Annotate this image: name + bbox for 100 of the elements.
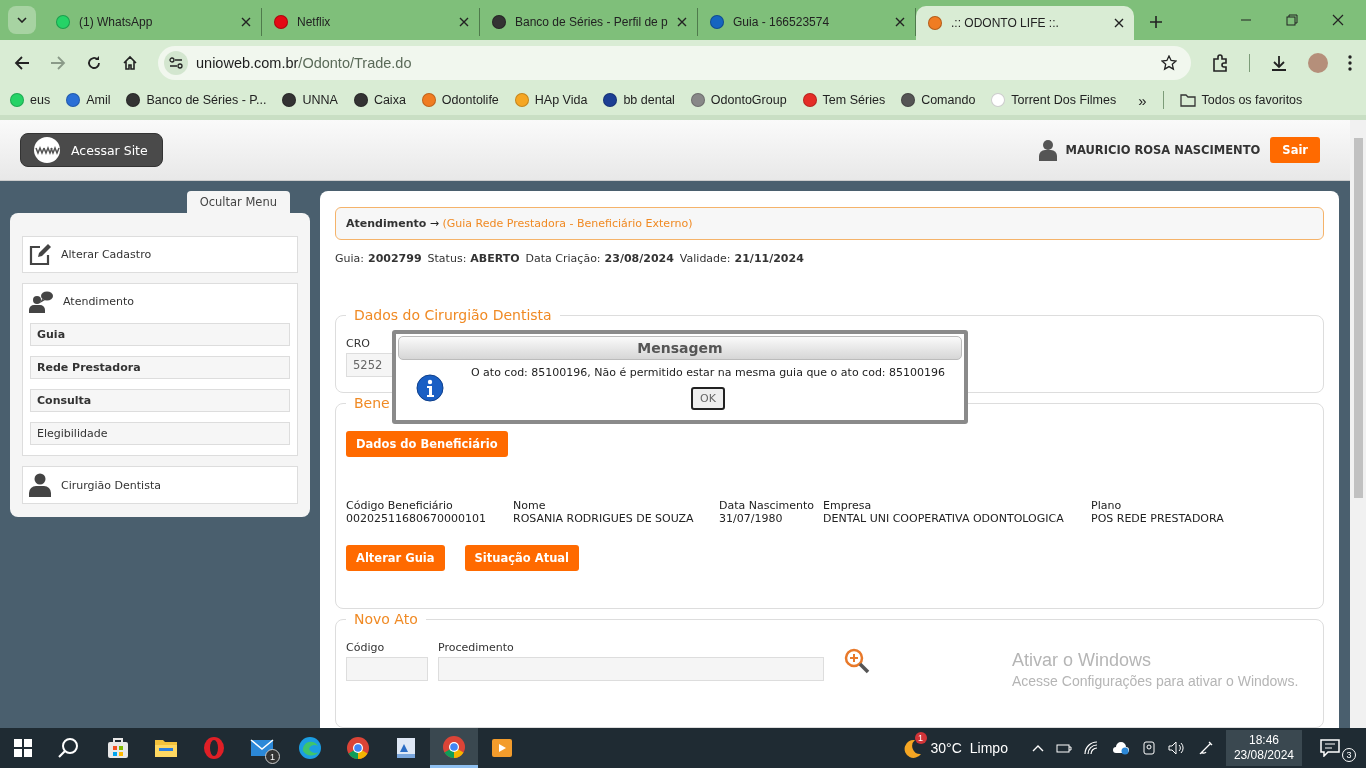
chrome-icon <box>346 736 370 760</box>
bookmark[interactable]: Tem Séries <box>802 93 886 107</box>
www-icon <box>33 136 61 164</box>
all-bookmarks-button[interactable]: Todos os favoritos <box>1179 93 1303 107</box>
close-icon[interactable] <box>1332 14 1344 26</box>
weather-alert-count: 1 <box>914 732 927 744</box>
section-title: Dados do Cirurgião Dentista <box>353 307 553 323</box>
wifi-icon[interactable] <box>1083 741 1100 755</box>
menu-item[interactable]: Atendimento <box>23 284 297 319</box>
close-icon[interactable] <box>1114 18 1124 28</box>
chevron-up-icon[interactable] <box>1031 744 1044 752</box>
field-label: Data Nascimento <box>719 499 816 512</box>
bookmark-label: UNNA <box>302 93 338 107</box>
close-icon[interactable] <box>677 17 687 27</box>
search-icon[interactable] <box>58 737 80 759</box>
cloud-sync-icon[interactable] <box>1111 741 1130 755</box>
bookmark[interactable]: Odontolife <box>421 93 499 107</box>
field-label: Código Beneficiário <box>346 499 454 512</box>
field-value: DENTAL UNI COOPERATIVA ODONTOLOGICA <box>823 512 1065 525</box>
scrollbar[interactable] <box>1350 120 1366 728</box>
close-icon[interactable] <box>895 17 905 27</box>
reload-icon[interactable] <box>86 54 102 71</box>
time: 18:46 <box>1248 733 1279 748</box>
browser-tab[interactable]: .:: ODONTO LIFE ::. <box>916 6 1134 40</box>
url-text: unioweb.com.br/Odonto/Trade.do <box>196 54 413 71</box>
bookmark-label: HAp Vida <box>534 93 588 107</box>
submenu-item[interactable]: Rede Prestadora <box>30 356 290 379</box>
new-tab-icon[interactable] <box>1150 16 1162 28</box>
restore-icon[interactable] <box>1286 14 1298 26</box>
address-bar[interactable]: unioweb.com.br/Odonto/Trade.do <box>158 45 1191 80</box>
close-icon[interactable] <box>459 17 469 27</box>
tab-title: Netflix <box>297 15 332 29</box>
activation-title: Ativar o Windows <box>1012 650 1153 671</box>
menu-item[interactable]: Alterar Cadastro <box>23 237 297 272</box>
battery-icon[interactable] <box>1055 741 1072 755</box>
user-speech-icon <box>29 290 53 313</box>
info-label: Validade: <box>679 252 731 265</box>
bookmark[interactable]: eus <box>10 93 51 107</box>
ok-button[interactable]: OK <box>691 387 725 410</box>
star-icon[interactable] <box>1161 54 1177 71</box>
chrome-icon <box>442 734 466 759</box>
bookmark[interactable]: HAp Vida <box>514 93 588 107</box>
close-icon[interactable] <box>241 17 251 27</box>
tab-title: .:: ODONTO LIFE ::. <box>951 16 1060 30</box>
site-info-icon[interactable] <box>164 50 188 75</box>
field-value: POS REDE PRESTADORA <box>1091 512 1224 525</box>
bookmark[interactable]: Amil <box>66 93 111 107</box>
weather-condition: Limpo <box>969 740 1008 756</box>
menu-label: Alterar Cadastro <box>61 248 152 261</box>
access-site-button[interactable]: Acessar Site <box>20 133 163 167</box>
bookmark[interactable]: UNNA <box>282 93 338 107</box>
menu-item[interactable]: Cirurgião Dentista <box>23 467 297 503</box>
dialog-title: Mensagem <box>398 336 962 360</box>
camera-icon[interactable] <box>1141 741 1156 755</box>
folder-icon <box>1179 93 1196 107</box>
windows-start-icon[interactable] <box>14 739 32 757</box>
submenu-item[interactable]: Guia <box>30 323 290 346</box>
browser-tab[interactable]: Netflix <box>262 8 480 36</box>
menu-label: Atendimento <box>63 295 134 308</box>
taskbar-app[interactable] <box>430 728 478 768</box>
breadcrumb-section: Atendimento <box>346 217 427 230</box>
bookmark[interactable]: Caixa <box>353 93 406 107</box>
bookmark[interactable]: OdontoGroup <box>690 93 787 107</box>
dialog-message: O ato cod: 85100196, Não é permitido estar na mesma guia que o ato cod: 85100196 <box>470 366 946 379</box>
tab-search-button[interactable] <box>8 6 36 34</box>
submenu-item[interactable]: Elegibilidade <box>30 422 290 445</box>
puzzle-icon[interactable] <box>1211 53 1229 72</box>
taskbar-app[interactable]: 1 <box>238 728 286 768</box>
speaker-icon[interactable] <box>1167 741 1186 755</box>
back-icon[interactable] <box>14 54 30 71</box>
home-icon[interactable] <box>122 54 138 71</box>
bookmark-label: Comando <box>921 93 976 107</box>
info-icon <box>416 374 444 402</box>
zoom-search-icon[interactable] <box>844 648 870 674</box>
bookmark[interactable]: bb dental <box>603 93 675 107</box>
bookmark[interactable]: Torrent Dos Filmes <box>991 93 1117 107</box>
info-label: Guia: <box>335 252 364 265</box>
clock[interactable]: 18:46 23/08/2024 <box>1225 730 1302 766</box>
more-bookmarks-button[interactable]: » <box>1138 91 1147 109</box>
field-value: ROSANIA RODRIGUES DE SOUZA <box>513 512 695 525</box>
menu-icon[interactable] <box>1348 54 1352 71</box>
bookmark-label: Torrent Dos Filmes <box>1011 93 1117 107</box>
input-field[interactable] <box>346 657 428 681</box>
pen-icon[interactable] <box>1197 740 1214 756</box>
download-icon[interactable] <box>1270 53 1288 72</box>
bookmark-label: Todos os favoritos <box>1201 93 1303 107</box>
submenu-item[interactable]: Consulta <box>30 389 290 412</box>
edit-icon <box>29 243 51 266</box>
user-icon <box>1039 139 1058 161</box>
bookmark-label: eus <box>30 93 51 107</box>
input-field[interactable] <box>438 657 824 681</box>
user-name: MAURICIO ROSA NASCIMENTO <box>1065 143 1261 157</box>
browser-tab[interactable]: (1) WhatsApp <box>44 8 262 36</box>
bookmark-label: Caixa <box>373 93 406 107</box>
hide-menu-tab[interactable]: Ocultar Menu <box>186 191 290 213</box>
browser-tab[interactable]: Banco de Séries - Perfil de p <box>480 8 698 36</box>
notifications-button[interactable] <box>1320 739 1340 757</box>
bookmark[interactable]: Comando <box>901 93 976 107</box>
field-label: Empresa <box>823 499 873 512</box>
bookmark-label: Odontolife <box>441 93 499 107</box>
